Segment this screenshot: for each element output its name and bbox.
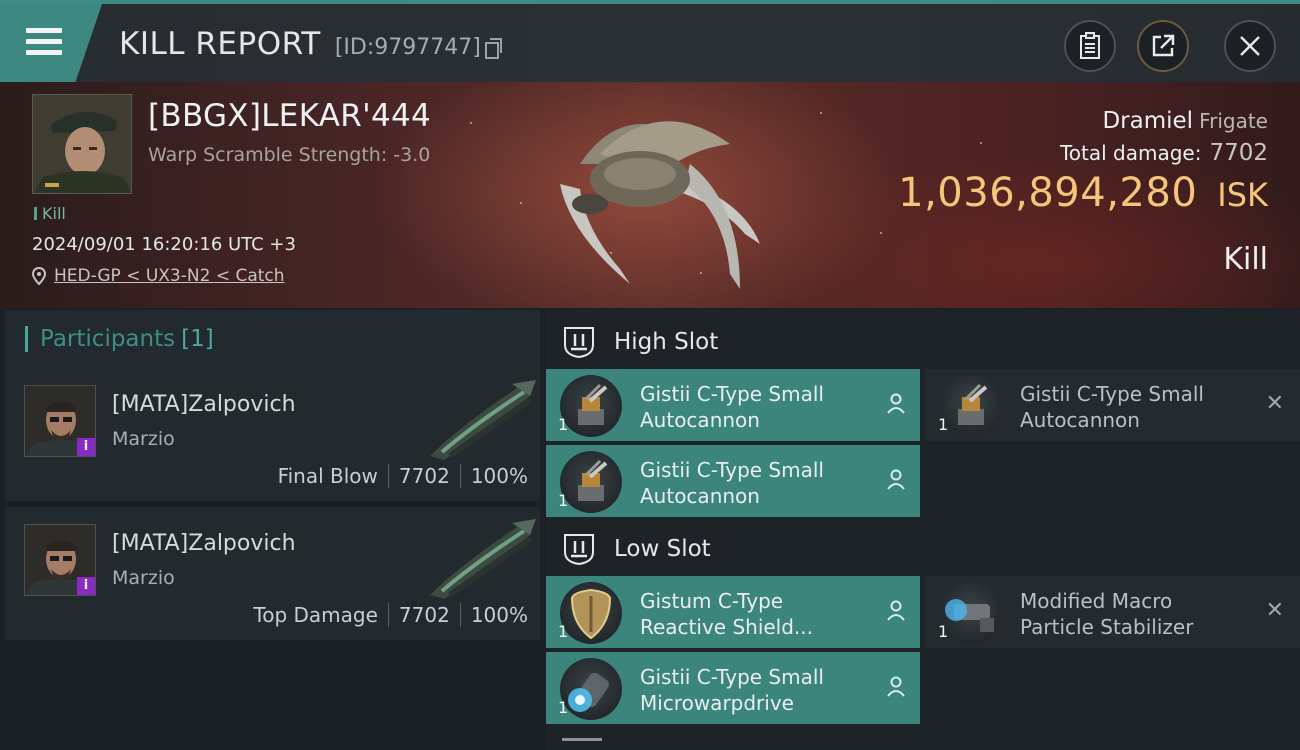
participant-portrait[interactable]: i (24, 524, 96, 596)
close-icon (1240, 36, 1260, 56)
participants-label: Participants (40, 326, 176, 352)
participant-name[interactable]: [MATA]Zalpovich (112, 531, 296, 556)
fitted-person-icon (887, 393, 905, 414)
module-name: Gistii C-Type Small Microwarpdrive (640, 665, 824, 715)
map-pin-icon (32, 267, 46, 285)
destroyed-x-icon: ✕ (1265, 598, 1284, 623)
top-bar: KILL REPORT [ID:9797747] (0, 0, 1300, 82)
module-name: Gistii C-Type Small Autocannon (640, 382, 824, 432)
module-item[interactable]: 1 Modified Macro Particle Stabilizer ✕ (926, 576, 1300, 648)
participant-damage: 7702 (398, 603, 450, 627)
victim-name[interactable]: [BBGX]LEKAR'444 (148, 98, 431, 134)
high-slot-label: High Slot (614, 329, 719, 355)
module-quantity: 1 (558, 415, 569, 434)
title-block: KILL REPORT [ID:9797747] (119, 26, 502, 62)
fitted-person-icon (887, 600, 905, 621)
page-title: KILL REPORT (119, 26, 321, 62)
module-quantity: 1 (558, 622, 569, 641)
warp-scramble-strength: Warp Scramble Strength: -3.0 (148, 144, 431, 166)
clipboard-button[interactable] (1064, 20, 1116, 72)
participant-role: Final Blow (277, 464, 378, 488)
participant-stats: Top Damage 7702 100% (253, 603, 528, 627)
participant-percent: 100% (470, 464, 528, 488)
kill-timestamp: 2024/09/01 16:20:16 UTC +3 (32, 234, 296, 255)
menu-button[interactable] (0, 4, 102, 82)
total-damage: Total damage: 7702 (1060, 140, 1268, 166)
ship-class: Frigate (1199, 109, 1268, 133)
module-quantity: 1 (558, 698, 569, 717)
module-name: Gistii C-Type Small Autocannon (1020, 382, 1204, 432)
location-link[interactable]: HED-GP < UX3-N2 < Catch (54, 266, 285, 286)
low-slot-label: Low Slot (614, 536, 711, 562)
share-button[interactable] (1137, 20, 1189, 72)
module-item[interactable]: 1 Gistii C-Type Small Autocannon (546, 445, 920, 517)
copy-icon[interactable] (484, 38, 502, 59)
participant-ship-image (430, 519, 536, 599)
module-item[interactable]: 1 Gistum C-Type Reactive Shield... (546, 576, 920, 648)
isk-value-line: 1,036,894,280 ISK (898, 170, 1268, 216)
module-item[interactable]: 1 Gistii C-Type Small Autocannon ✕ (926, 369, 1300, 441)
fitted-person-icon (887, 469, 905, 490)
total-damage-value: 7702 (1209, 140, 1268, 166)
module-item[interactable]: 1 Gistii C-Type Small Autocannon (546, 369, 920, 441)
participant-row[interactable]: i [MATA]Zalpovich Marzio Top Damage 7702… (5, 507, 540, 643)
module-quantity: 1 (938, 622, 949, 641)
module-quantity: 1 (938, 415, 949, 434)
participant-ship-pilot: Marzio (112, 567, 175, 589)
participant-role: Top Damage (253, 603, 378, 627)
participant-ship-pilot: Marzio (112, 428, 175, 450)
autocannon-icon (940, 375, 1002, 437)
high-slot-icon (564, 327, 594, 359)
kill-count-label: Kill (42, 204, 66, 223)
close-button[interactable] (1224, 20, 1276, 72)
destroyed-x-icon: ✕ (1265, 391, 1284, 416)
share-icon (1152, 34, 1175, 57)
participant-percent: 100% (470, 603, 528, 627)
kill-location[interactable]: HED-GP < UX3-N2 < Catch (32, 266, 285, 286)
fitting-panel: High Slot 1 Gistii C-Type Small Autocann… (546, 310, 1300, 750)
kill-count: Kill (34, 204, 66, 223)
fitted-person-icon (887, 676, 905, 697)
module-name: Gistum C-Type Reactive Shield... (640, 589, 814, 639)
participant-ship-image (430, 380, 536, 460)
stabilizer-icon (940, 582, 1002, 644)
module-name: Modified Macro Particle Stabilizer (1020, 589, 1194, 639)
report-type: Kill (1223, 242, 1268, 277)
participant-badge: i (77, 577, 95, 595)
shield-module-icon (560, 582, 622, 644)
module-item[interactable]: 1 Gistii C-Type Small Microwarpdrive (546, 652, 920, 724)
autocannon-icon (560, 451, 622, 513)
report-id: [ID:9797747] (334, 35, 481, 60)
clipboard-icon (1080, 32, 1100, 59)
participant-portrait[interactable]: i (24, 385, 96, 457)
kill-summary-banner: [BBGX]LEKAR'444 Warp Scramble Strength: … (0, 82, 1300, 308)
participants-header: Participants [1] (5, 310, 540, 368)
participant-badge: i (77, 438, 95, 456)
autocannon-icon (560, 375, 622, 437)
isk-value: 1,036,894,280 (898, 170, 1198, 216)
ship-name-line: Dramiel Frigate (1102, 108, 1268, 134)
low-slot-header: Low Slot (546, 521, 711, 577)
victim-ship-image (560, 121, 760, 289)
isk-unit: ISK (1217, 176, 1268, 214)
next-slot-header-partial (562, 738, 602, 750)
microwarpdrive-icon (560, 658, 622, 720)
module-name: Gistii C-Type Small Autocannon (640, 458, 824, 508)
participants-panel: Participants [1] i [MATA]Zalpovich Marzi… (5, 310, 540, 750)
high-slot-header: High Slot (546, 314, 718, 370)
ship-name[interactable]: Dramiel (1102, 108, 1193, 134)
victim-portrait[interactable] (32, 94, 132, 194)
total-damage-label: Total damage: (1059, 141, 1202, 165)
participant-row[interactable]: i [MATA]Zalpovich Marzio Final Blow 7702… (5, 368, 540, 504)
participant-damage: 7702 (398, 464, 450, 488)
participant-stats: Final Blow 7702 100% (278, 464, 528, 488)
low-slot-icon (564, 534, 594, 566)
module-quantity: 1 (558, 491, 569, 510)
participant-name[interactable]: [MATA]Zalpovich (112, 392, 296, 417)
participants-count: [1] (181, 326, 214, 352)
